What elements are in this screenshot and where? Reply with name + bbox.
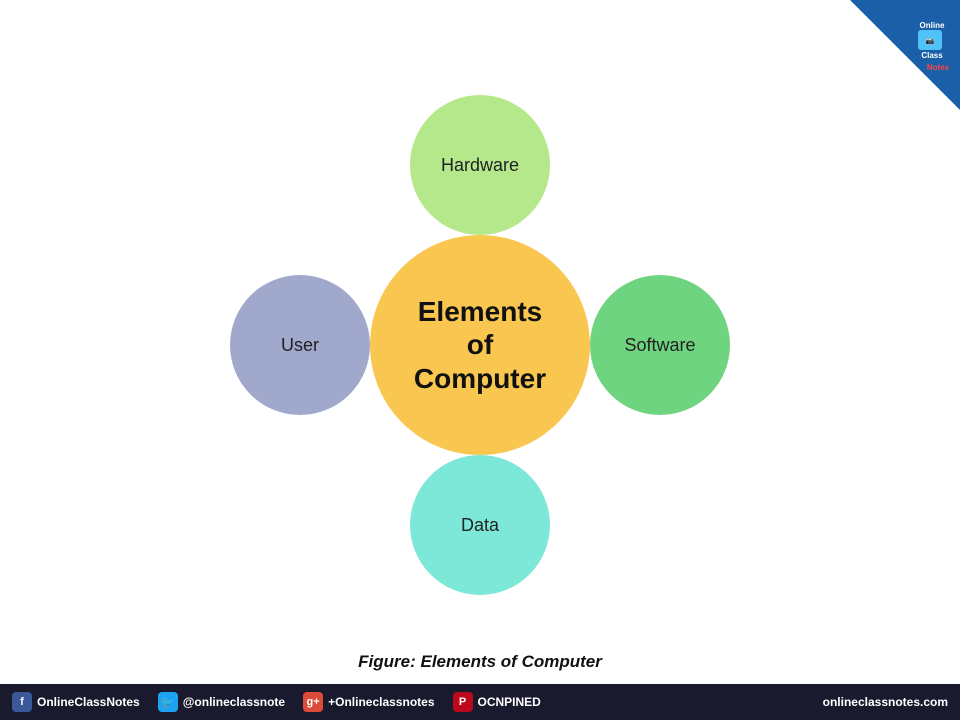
center-circle: ElementsofComputer <box>370 235 590 455</box>
googleplus-icon: g+ <box>303 692 323 712</box>
googleplus-item: g+ +Onlineclassnotes <box>303 692 434 712</box>
center-label: ElementsofComputer <box>414 295 546 396</box>
svg-text:Online: Online <box>920 21 945 30</box>
figure-caption: Figure: Elements of Computer <box>0 652 960 672</box>
twitter-label: @onlineclassnote <box>183 695 285 709</box>
elements-diagram: Hardware Software Data User ElementsofCo… <box>220 85 740 605</box>
pinterest-label: OCNPINED <box>478 695 541 709</box>
pinterest-icon: P <box>453 692 473 712</box>
data-circle: Data <box>410 455 550 595</box>
data-label: Data <box>461 515 499 536</box>
bottom-bar: f OnlineClassNotes 🐦 @onlineclassnote g+… <box>0 684 960 720</box>
twitter-item: 🐦 @onlineclassnote <box>158 692 285 712</box>
facebook-icon: f <box>12 692 32 712</box>
hardware-circle: Hardware <box>410 95 550 235</box>
facebook-label: OnlineClassNotes <box>37 695 140 709</box>
facebook-item: f OnlineClassNotes <box>12 692 140 712</box>
user-label: User <box>281 335 319 356</box>
software-label: Software <box>624 335 695 356</box>
googleplus-label: +Onlineclassnotes <box>328 695 434 709</box>
svg-text:Notes: Notes <box>927 63 950 72</box>
pinterest-item: P OCNPINED <box>453 692 541 712</box>
software-circle: Software <box>590 275 730 415</box>
svg-text:Class: Class <box>921 51 943 60</box>
svg-text:📷: 📷 <box>926 37 935 45</box>
user-circle: User <box>230 275 370 415</box>
diagram-container: Hardware Software Data User ElementsofCo… <box>0 50 960 640</box>
hardware-label: Hardware <box>441 155 519 176</box>
corner-badge: Online 📷 Class Notes <box>850 0 960 110</box>
website-url: onlineclassnotes.com <box>823 695 948 709</box>
twitter-icon: 🐦 <box>158 692 178 712</box>
